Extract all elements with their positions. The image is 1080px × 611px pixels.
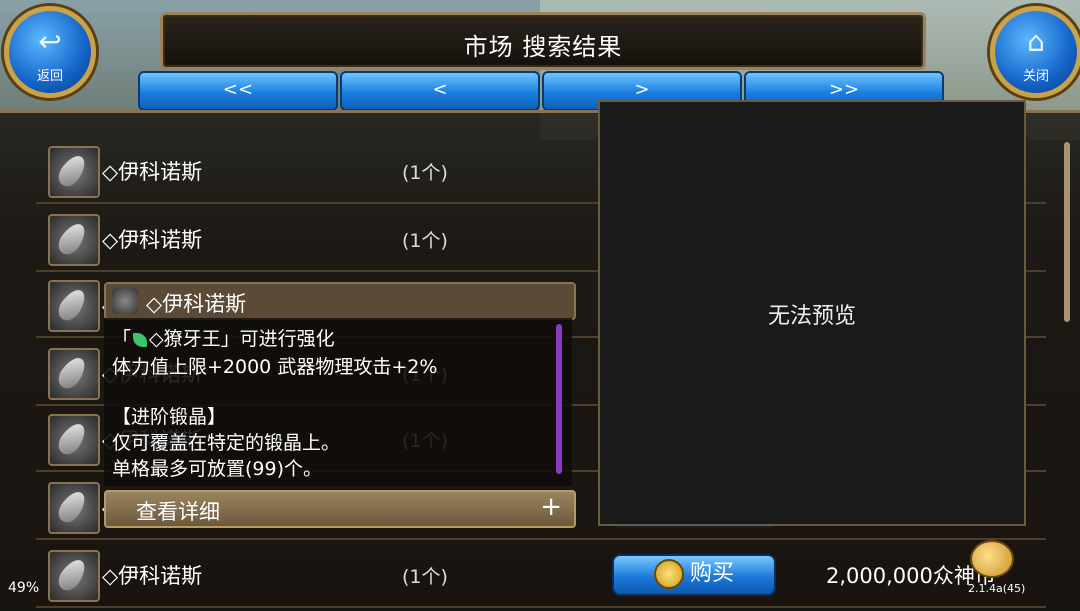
- item-icon: [48, 214, 100, 266]
- tooltip-line-4: 仅可覆盖在特定的锻晶上。: [112, 432, 341, 454]
- close-button[interactable]: ⌂ 关闭: [990, 6, 1080, 98]
- results-scrollbar[interactable]: [1064, 142, 1070, 322]
- tooltip-line-1-bracket: 「: [112, 328, 132, 350]
- first-page-button[interactable]: <<: [138, 71, 338, 111]
- tooltip-item-name: ◇伊科诺斯: [146, 292, 247, 316]
- tooltip-line-1-text: ◇獠牙王」可进行强化: [149, 328, 335, 350]
- item-tooltip: ◇伊科诺斯 「 ◇獠牙王」可进行强化 体力值上限+2000 武器物理攻击+2% 【…: [104, 282, 576, 528]
- tooltip-line-1: 「 ◇獠牙王」可进行强化: [112, 324, 335, 351]
- item-name: ◇伊科诺斯: [102, 160, 203, 184]
- item-quantity: (1个): [402, 230, 448, 252]
- leaf-icon: [133, 332, 148, 347]
- tooltip-body[interactable]: 「◇獠牙王」可进行强化 体力值上限+2000 武器物理攻击+2% 【进阶锻晶】 …: [104, 318, 572, 486]
- plus-icon: +: [540, 492, 562, 522]
- tooltip-header: ◇伊科诺斯: [104, 282, 576, 320]
- home-icon: ⌂: [1027, 25, 1045, 58]
- page-title: 市场 搜索结果: [463, 33, 623, 61]
- back-button-label: 返回: [36, 69, 63, 84]
- item-icon: [48, 550, 100, 602]
- tooltip-scrollbar[interactable]: [556, 324, 562, 474]
- close-button-label: 关闭: [1022, 69, 1049, 84]
- item-quantity: (1个): [402, 566, 448, 588]
- back-button[interactable]: ↩ 返回: [4, 6, 96, 98]
- buy-button[interactable]: 购买: [612, 554, 776, 596]
- tooltip-line-3: 【进阶锻晶】: [112, 406, 227, 428]
- title-bar: 市场 搜索结果: [160, 12, 926, 70]
- version-label: 2.1.4a(45): [968, 582, 1026, 595]
- view-detail-label: 查看详细: [136, 500, 220, 524]
- item-icon: [48, 280, 100, 332]
- battery-status: 49%: [8, 580, 40, 596]
- item-icon: [48, 414, 100, 466]
- item-icon: [48, 482, 100, 534]
- prev-page-button[interactable]: <: [340, 71, 540, 111]
- item-icon: [48, 348, 100, 400]
- table-row[interactable]: ◇伊科诺斯(1个)购买2,000,000众神币: [36, 542, 1046, 608]
- item-icon: [112, 288, 138, 314]
- preview-panel: 无法预览: [598, 100, 1026, 526]
- coin-icon: [653, 559, 684, 589]
- palette-icon[interactable]: [970, 540, 1014, 578]
- back-arrow-icon: ↩: [38, 25, 62, 58]
- item-icon: [48, 146, 100, 198]
- tooltip-line-5: 单格最多可放置(99)个。: [112, 458, 323, 480]
- item-name: ◇伊科诺斯: [102, 564, 203, 588]
- view-detail-button[interactable]: 查看详细 +: [104, 490, 576, 528]
- item-name: ◇伊科诺斯: [102, 228, 203, 252]
- preview-text: 无法预览: [767, 304, 856, 329]
- tooltip-line-2: 体力值上限+2000 武器物理攻击+2%: [112, 356, 438, 378]
- item-quantity: (1个): [402, 162, 448, 184]
- buy-label: 购买: [689, 561, 734, 586]
